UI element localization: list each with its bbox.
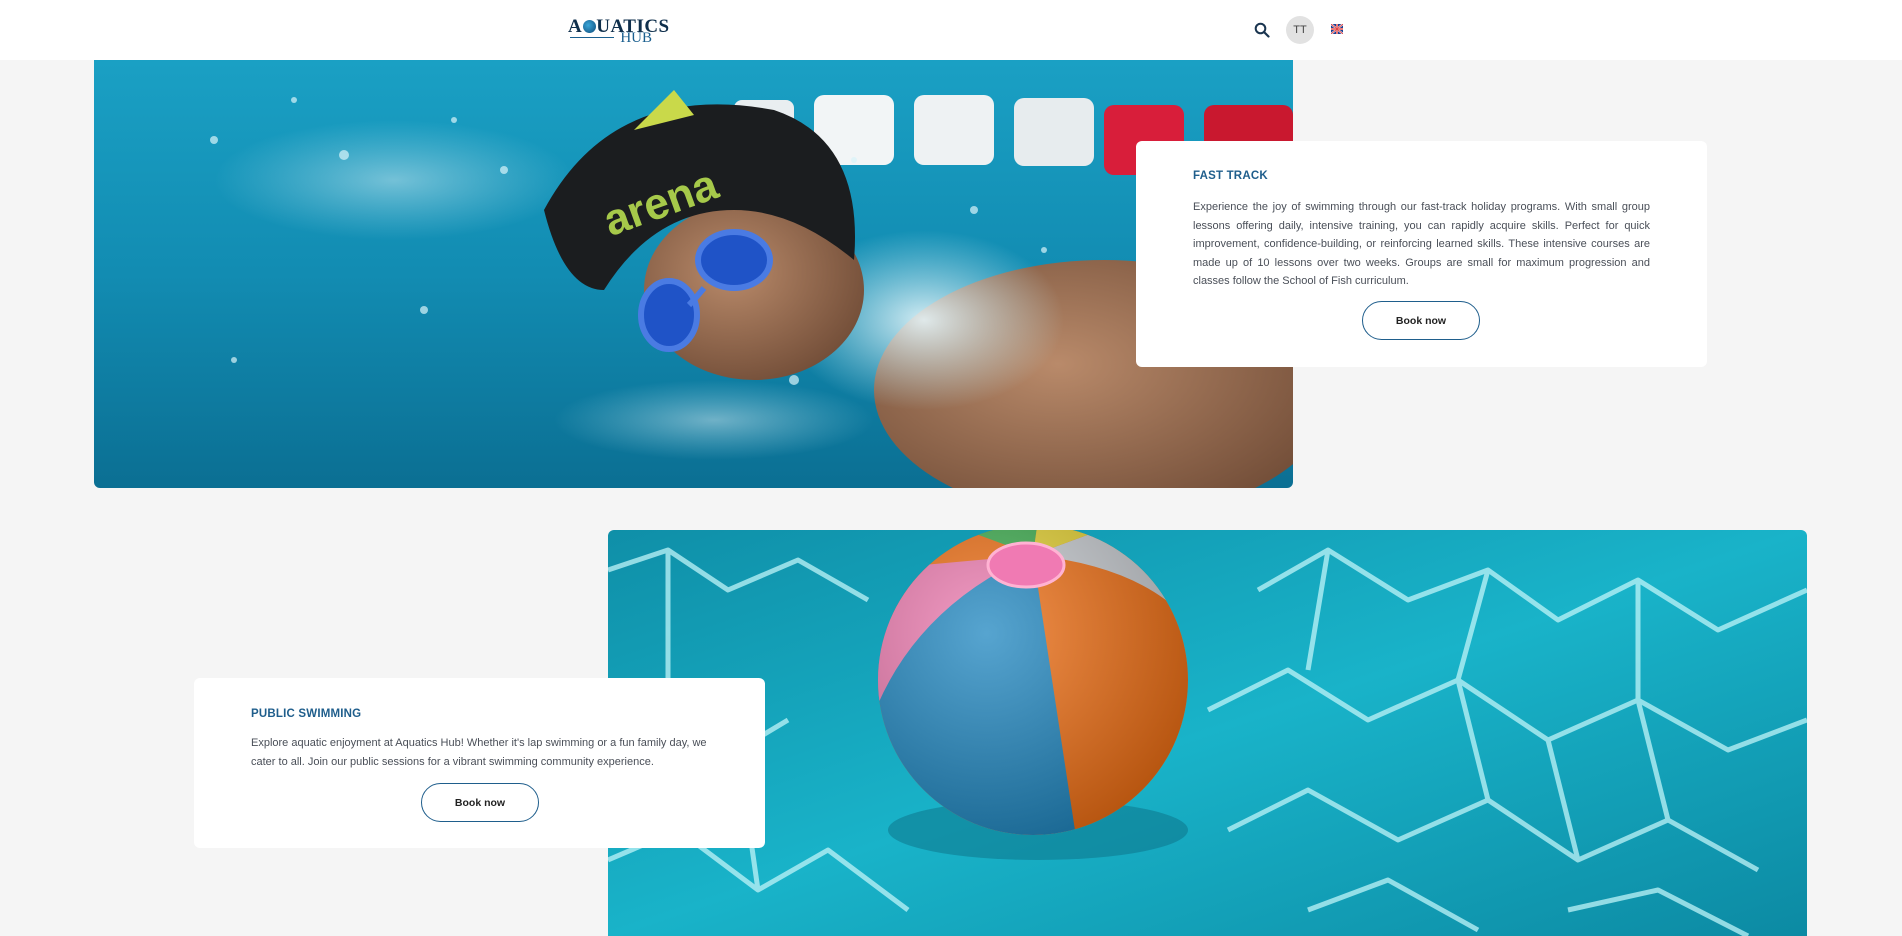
user-avatar[interactable]: TT — [1286, 16, 1314, 44]
fast-track-description: Experience the joy of swimming through o… — [1193, 201, 1650, 288]
logo-ball-icon — [583, 20, 597, 33]
public-swimming-book-button[interactable]: Book now — [421, 783, 539, 822]
logo-wordmark: A UATICS — [568, 16, 670, 37]
aquatics-hub-logo[interactable]: A UATICS HUB — [568, 16, 669, 46]
fast-track-title: FAST TRACK — [1193, 170, 1268, 182]
swimmer-photo: arena — [94, 60, 1293, 488]
public-swimming-card: PUBLIC SWIMMING Explore aquatic enjoymen… — [194, 678, 765, 848]
fast-track-card: FAST TRACK Experience the joy of swimmin… — [1136, 141, 1707, 367]
fast-track-book-button[interactable]: Book now — [1362, 301, 1480, 340]
uk-flag-icon[interactable] — [1331, 24, 1343, 34]
fast-track-image: arena — [94, 60, 1293, 488]
logo-divider — [570, 37, 614, 38]
search-icon — [1254, 22, 1270, 38]
public-swimming-description: Explore aquatic enjoyment at Aquatics Hu… — [251, 737, 707, 768]
public-swimming-title: PUBLIC SWIMMING — [251, 708, 362, 720]
public-swimming-image — [608, 530, 1807, 936]
logo-subtext: HUB — [620, 30, 652, 46]
site-header: A UATICS HUB TT — [0, 0, 1902, 60]
search-button[interactable] — [1250, 18, 1274, 42]
beach-ball-photo — [608, 530, 1807, 936]
